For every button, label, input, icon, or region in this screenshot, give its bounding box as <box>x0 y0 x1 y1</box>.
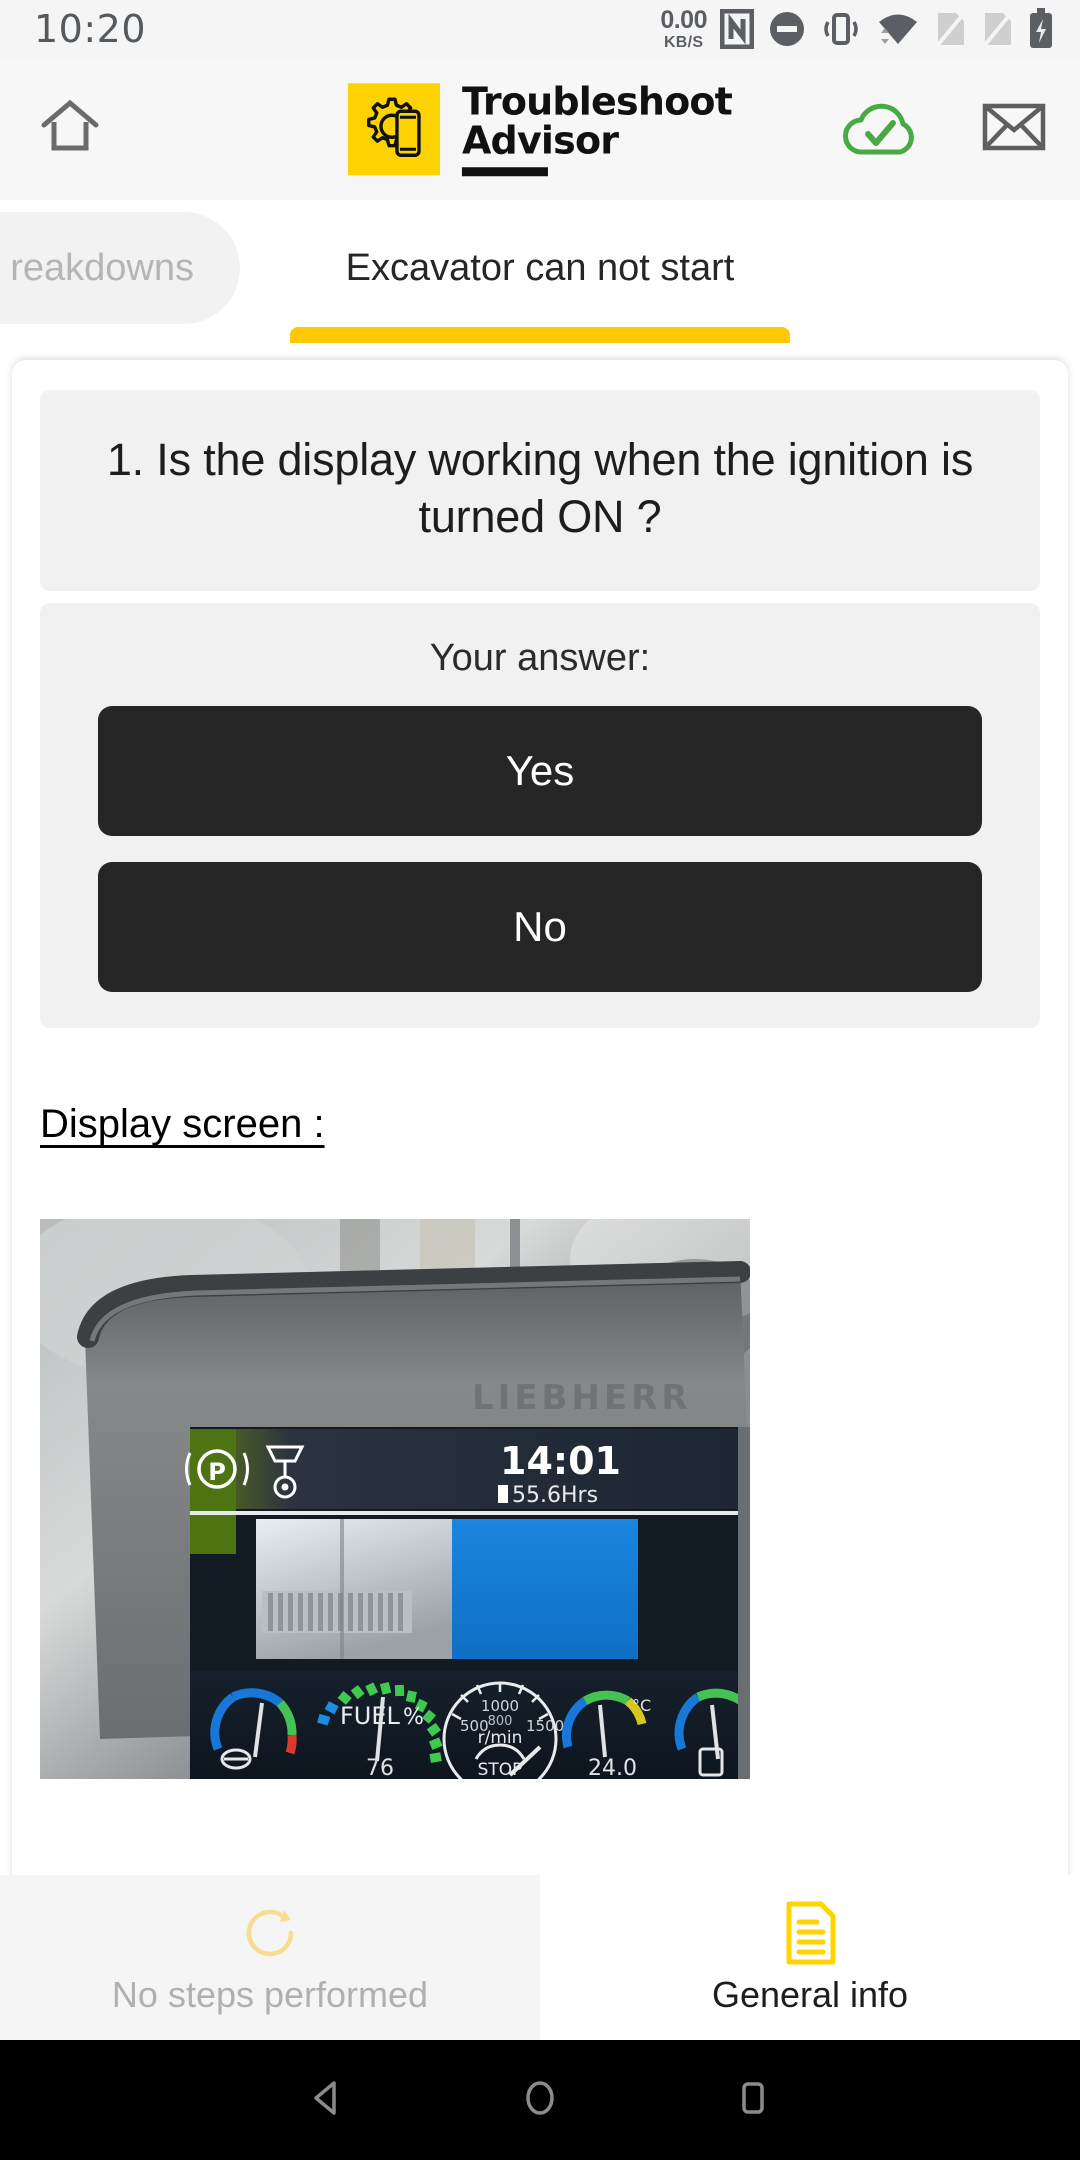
no-steps-performed-label: No steps performed <box>111 1973 429 2015</box>
tab-breakdowns[interactable]: reakdowns <box>0 212 240 324</box>
no-steps-performed-button[interactable]: No steps performed <box>0 1875 540 2040</box>
header-home-button[interactable] <box>30 89 110 169</box>
section-title-display-screen: Display screen : <box>40 1102 325 1147</box>
gear-phone-icon <box>359 92 429 167</box>
photo-fuel-label: FUEL <box>340 1702 401 1730</box>
tab-bar: reakdowns Excavator can not start <box>0 200 1080 360</box>
tab-active-indicator <box>290 327 790 343</box>
brand-line-2: Advisor <box>461 118 619 162</box>
header-actions <box>838 94 1046 165</box>
home-icon <box>38 98 102 161</box>
liebherr-display-photo: LIEBHERR P 14:01 55.6Hrs FUEL % 76 1000 … <box>40 1219 750 1780</box>
brand-logo <box>347 83 440 175</box>
document-icon <box>781 1900 839 1966</box>
answer-panel: Your answer: Yes No <box>40 603 1040 1029</box>
wifi-icon <box>875 9 921 49</box>
network-speed-unit: KB/S <box>663 33 704 51</box>
nav-home-button[interactable] <box>495 2055 585 2145</box>
app-header: Troubleshoot Advisor <box>0 58 1080 200</box>
tab-excavator-can-not-start[interactable]: Excavator can not start <box>290 212 790 324</box>
answer-label: Your answer: <box>429 637 651 680</box>
square-recents-icon <box>730 2075 776 2126</box>
triangle-back-icon <box>304 2075 350 2126</box>
photo-rpm-tick-1000: 1000 <box>481 1697 519 1715</box>
brand-text: Troubleshoot Advisor <box>461 79 733 176</box>
svg-text:P: P <box>208 1458 226 1486</box>
envelope-icon[interactable] <box>982 101 1046 158</box>
cloud-check-icon[interactable] <box>838 94 924 165</box>
status-bar: 10:20 0.00 KB/S <box>0 0 1080 58</box>
photo-fuel-unit: % <box>403 1705 424 1730</box>
display-screen-photo[interactable]: LIEBHERR P 14:01 55.6Hrs FUEL % 76 1000 … <box>40 1219 750 1780</box>
question-text: 1. Is the display working when the ignit… <box>106 434 974 542</box>
battery-charging-icon <box>1028 8 1054 50</box>
bottom-action-bar: No steps performed General info <box>0 1875 1080 2040</box>
status-clock: 10:20 <box>34 7 147 51</box>
general-info-label: General info <box>711 1973 909 2015</box>
nav-back-button[interactable] <box>282 2055 372 2145</box>
app-screen: 10:20 0.00 KB/S Troubleshoot Advisor rea… <box>0 0 1080 2160</box>
photo-rpm-unit-mid: 800 <box>488 1714 513 1729</box>
app-brand: Troubleshoot Advisor <box>347 79 733 176</box>
photo-time-text: 14:01 <box>500 1439 621 1483</box>
android-nav-bar <box>0 2040 1080 2160</box>
general-info-button[interactable]: General info <box>540 1875 1080 2040</box>
nav-recents-button[interactable] <box>708 2055 798 2145</box>
nfc-icon <box>720 9 754 49</box>
tab-excavator-label: Excavator can not start <box>345 246 735 289</box>
network-speed-value: 0.00 <box>660 5 707 34</box>
answer-no-button[interactable]: No <box>98 862 982 993</box>
photo-brand-text: LIEBHERR <box>472 1378 692 1418</box>
photo-fuel-value: 76 <box>366 1756 394 1779</box>
photo-hours-text: 55.6Hrs <box>512 1483 598 1508</box>
do-not-disturb-icon <box>767 9 807 49</box>
sim1-off-icon <box>934 9 968 49</box>
sim2-off-icon <box>981 9 1015 49</box>
network-speed-indicator: 0.00 KB/S <box>660 5 707 51</box>
vibrate-icon <box>820 9 862 49</box>
photo-temp-unit: °C <box>632 1696 651 1715</box>
question-panel: 1. Is the display working when the ignit… <box>40 390 1040 592</box>
brand-underline <box>461 166 548 176</box>
photo-temp-value: 24.0 <box>588 1756 637 1779</box>
circle-home-icon <box>517 2075 563 2126</box>
tab-breakdowns-label: reakdowns <box>10 246 194 289</box>
status-icons: 0.00 KB/S <box>660 5 1054 51</box>
photo-rpm-tick-1500: 1500 <box>526 1717 564 1735</box>
answer-yes-button[interactable]: Yes <box>98 706 982 837</box>
refresh-circle-icon <box>233 1900 307 1966</box>
brand-line-1: Troubleshoot <box>461 79 733 124</box>
